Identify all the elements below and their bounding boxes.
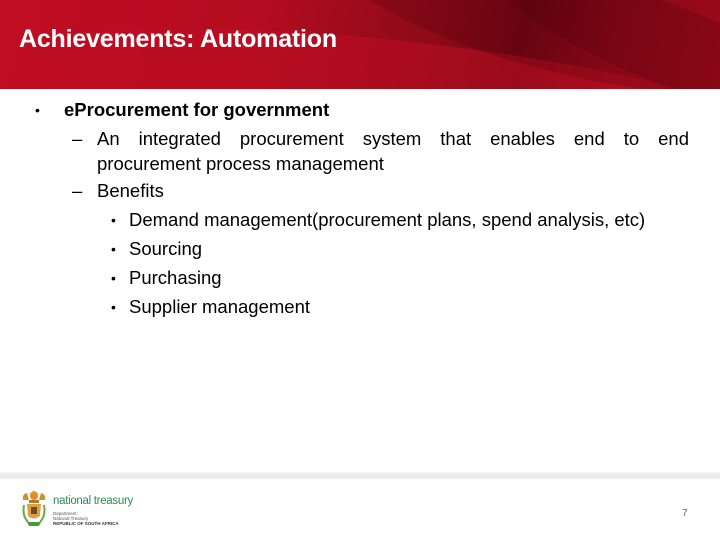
word: enables — [490, 128, 555, 149]
level1-item: eProcurement for government — [64, 99, 330, 120]
bullet-marker: • — [35, 102, 40, 118]
word: An — [97, 128, 120, 149]
word: end — [573, 128, 605, 149]
national-treasury-logo: national treasury Department: National T… — [20, 490, 160, 530]
title-banner: Achievements: Automation — [0, 0, 720, 89]
word: system — [362, 128, 422, 149]
logo-wordmark: national treasury — [53, 495, 133, 507]
slide-title: Achievements: Automation — [19, 25, 337, 53]
bullet-marker: • — [111, 270, 116, 286]
dash-marker: – — [72, 128, 83, 149]
word: integrated — [138, 128, 221, 149]
bullet-marker: • — [111, 299, 116, 315]
coat-of-arms-icon — [22, 490, 46, 526]
footer-divider — [0, 472, 720, 480]
page-number: 7 — [682, 508, 688, 519]
level3-item: Supplier management — [129, 296, 310, 317]
level3-item: Demand management(procurement plans, spe… — [129, 209, 646, 230]
word: end — [658, 128, 689, 149]
level2-item-line2: procurement process management — [97, 153, 384, 174]
dash-marker: – — [72, 180, 83, 201]
word: to — [623, 128, 640, 149]
bullet-marker: • — [111, 212, 116, 228]
level3-item: Purchasing — [129, 267, 222, 288]
word: procurement — [239, 128, 344, 149]
level2-item-line1: An integrated procurement system that en… — [97, 128, 689, 150]
logo-country: REPUBLIC OF SOUTH AFRICA — [53, 521, 119, 526]
level2-item-benefits: Benefits — [97, 180, 164, 201]
level3-item: Sourcing — [129, 238, 203, 259]
word: that — [440, 128, 472, 149]
bullet-marker: • — [111, 241, 116, 257]
